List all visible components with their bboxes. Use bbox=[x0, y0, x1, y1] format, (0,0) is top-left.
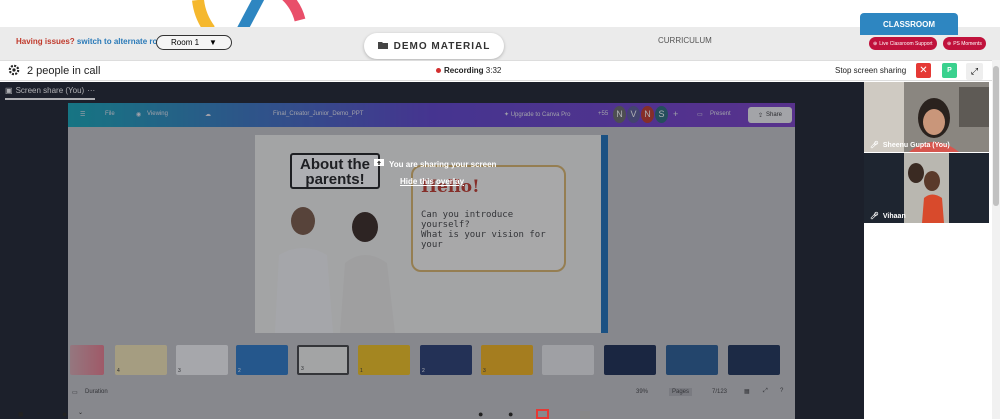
recording-status: Recording 3:32 bbox=[436, 66, 501, 75]
participant-badge[interactable]: P bbox=[942, 63, 957, 78]
mic-icon: 🎤︎ bbox=[870, 142, 879, 149]
hide-overlay-link[interactable]: Hide this overlay bbox=[400, 177, 464, 186]
help-icon: ⊕ bbox=[873, 40, 878, 47]
bottom-controls: ■ ⌄ ● ⌄ ● ● bbox=[0, 409, 1000, 419]
participant-name: Vihaan bbox=[882, 212, 906, 220]
call-bar: 2 people in call Recording 3:32 Stop scr… bbox=[0, 60, 992, 81]
video-tile[interactable]: 🎤︎ Vihaan bbox=[864, 153, 989, 223]
stop-share-button[interactable]: ✕ bbox=[916, 63, 931, 78]
settings-gear-icon[interactable] bbox=[7, 63, 21, 82]
close-icon: ✕ bbox=[919, 65, 928, 76]
sharing-message: You are sharing your screen bbox=[374, 159, 496, 170]
star-icon: ⊕ bbox=[947, 40, 952, 47]
recording-label: Recording bbox=[444, 66, 484, 75]
demo-material-label: DEMO MATERIAL bbox=[393, 40, 491, 52]
whiteboard-icon[interactable] bbox=[580, 411, 590, 419]
brand-logo bbox=[190, 0, 310, 30]
page-scrollbar[interactable] bbox=[992, 60, 1000, 419]
sharing-text: You are sharing your screen bbox=[389, 160, 497, 169]
ps-moments-label: PS Moments bbox=[953, 40, 982, 47]
ps-moments-button[interactable]: ⊕ PS Moments bbox=[943, 37, 986, 50]
live-support-label: Live Classroom Support bbox=[879, 40, 933, 47]
classroom-tab[interactable]: CLASSROOM bbox=[860, 13, 958, 35]
mic-icon: 🎤︎ bbox=[870, 213, 879, 220]
recording-time: 3:32 bbox=[485, 66, 502, 75]
issues-question: Having issues? bbox=[16, 37, 75, 46]
chevron-down-icon[interactable]: ⌄ bbox=[36, 409, 41, 416]
issues-notice: Having issues? switch to alternate room bbox=[16, 37, 169, 46]
sharing-overlay: You are sharing your screen Hide this ov… bbox=[0, 82, 864, 419]
share-screen-icon[interactable] bbox=[536, 409, 549, 419]
room-select[interactable]: Room 1 ▼ bbox=[156, 35, 232, 50]
expand-icon[interactable]: ⤢ bbox=[966, 63, 983, 80]
person-icon[interactable]: ● bbox=[478, 409, 483, 419]
mic-icon[interactable]: ● bbox=[62, 409, 67, 419]
scrollbar-thumb[interactable] bbox=[993, 66, 999, 206]
chevron-down-icon[interactable]: ⌄ bbox=[78, 409, 83, 416]
live-support-button[interactable]: ⊕ Live Classroom Support bbox=[869, 37, 937, 50]
demo-material-button[interactable]: DEMO MATERIAL bbox=[364, 33, 504, 59]
hand-icon[interactable]: ● bbox=[508, 409, 513, 419]
video-tile[interactable]: 🎤︎ Sheenu Gupta (You) bbox=[864, 82, 989, 152]
room-select-value: Room 1 bbox=[171, 38, 200, 47]
stop-share-label: Stop screen sharing bbox=[835, 66, 907, 75]
participants-panel: 🎤︎ Sheenu Gupta (You) 🎤︎ Vihaan bbox=[864, 81, 992, 419]
folder-icon bbox=[377, 41, 388, 52]
camera-icon[interactable]: ■ bbox=[18, 409, 23, 419]
screen-share-icon bbox=[374, 159, 384, 170]
participant-name: Sheenu Gupta (You) bbox=[882, 141, 950, 149]
people-count: 2 people in call bbox=[27, 65, 101, 77]
top-bar: Having issues? switch to alternate room … bbox=[0, 13, 1000, 60]
participant-name-tag: 🎤︎ Sheenu Gupta (You) bbox=[870, 141, 950, 150]
caret-down-icon: ▼ bbox=[209, 38, 217, 47]
recording-dot-icon bbox=[436, 68, 441, 73]
participant-name-tag: 🎤︎ Vihaan bbox=[870, 212, 906, 221]
curriculum-tab[interactable]: CURRICULUM bbox=[658, 36, 712, 45]
